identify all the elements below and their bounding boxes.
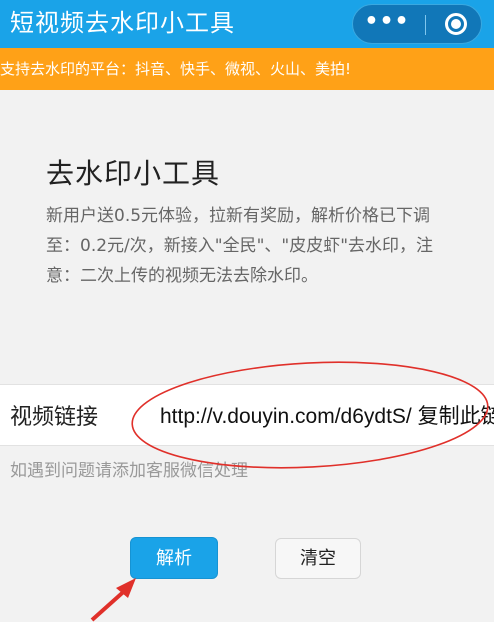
supported-platforms-banner: 支持去水印的平台：抖音、快手、微视、火山、美拍! — [0, 48, 494, 90]
annotation-arrow-head — [116, 578, 136, 598]
tool-heading: 去水印小工具 — [46, 157, 221, 190]
tool-description: 新用户送0.5元体验，拉新有奖励，解析价格已下调至：0.2元/次，新接入"全民"… — [46, 206, 434, 286]
support-hint: 如遇到问题请添加客服微信处理 — [10, 461, 248, 481]
annotation-arrow-shaft — [90, 584, 132, 622]
capsule-divider — [425, 15, 426, 35]
more-options-icon[interactable]: ••• — [353, 5, 421, 43]
close-target-icon[interactable] — [445, 13, 467, 35]
video-link-label: 视频链接 — [10, 405, 99, 430]
annotation-layer — [90, 361, 489, 622]
mini-program-capsule: ••• — [352, 4, 482, 44]
video-link-input[interactable]: http://v.douyin.com/d6ydtS/ 复制此链接 — [160, 400, 494, 430]
parse-button[interactable]: 解析 — [130, 537, 218, 579]
app-title: 短视频去水印小工具 — [10, 9, 235, 37]
video-link-row: 视频链接 http://v.douyin.com/d6ydtS/ 复制此链接 — [0, 384, 494, 446]
title-bar: 短视频去水印小工具 ••• — [0, 0, 494, 48]
clear-button[interactable]: 清空 — [275, 538, 361, 579]
